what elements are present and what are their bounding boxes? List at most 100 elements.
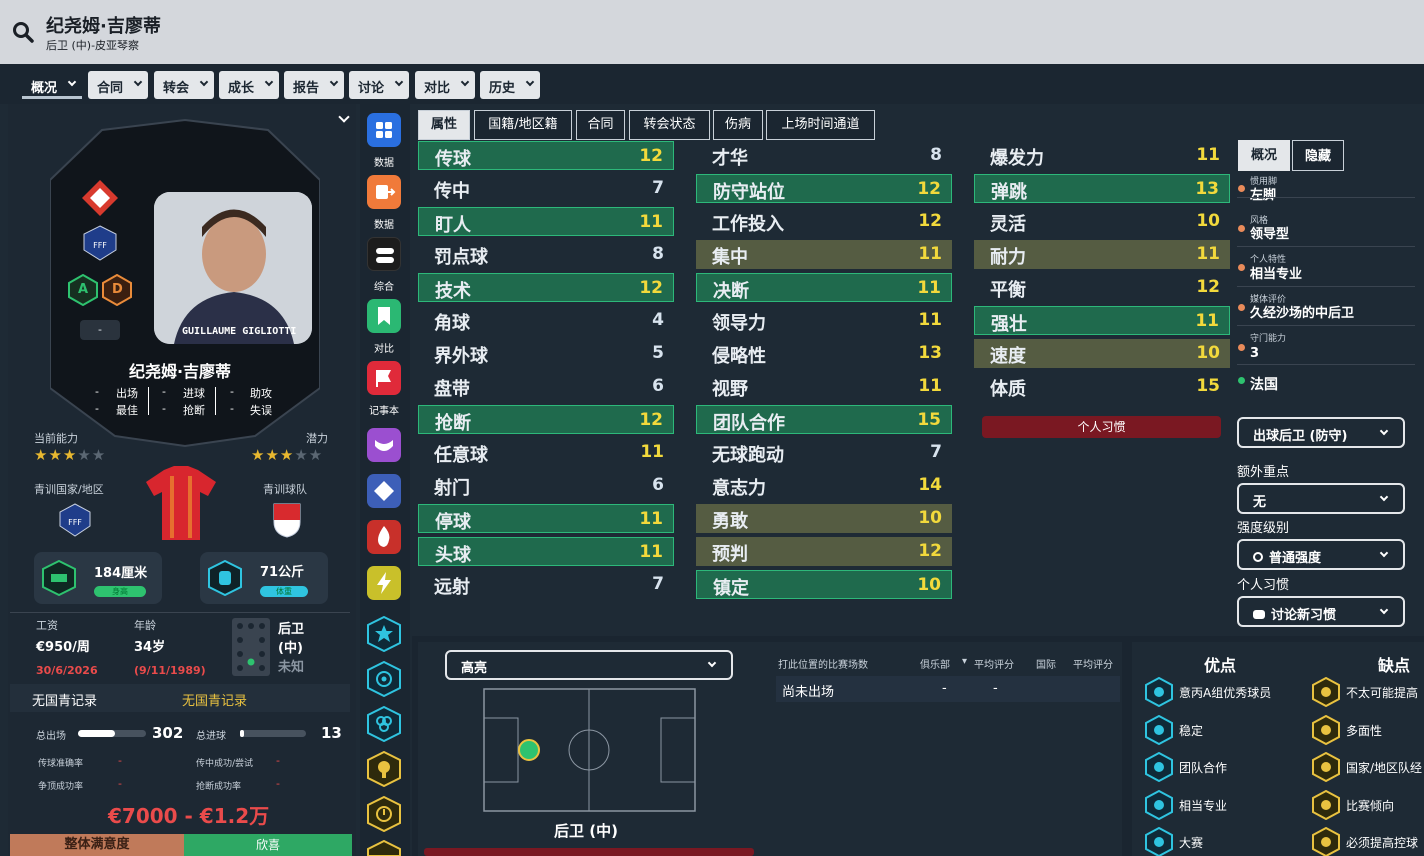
- matches-intl-header[interactable]: 国际: [1036, 656, 1056, 671]
- attribute-row[interactable]: 传中 7: [418, 174, 674, 203]
- attribute-row[interactable]: 角球 4: [418, 306, 674, 335]
- intensity-dropdown[interactable]: 普通强度: [1237, 539, 1405, 570]
- attribute-name: 防守站位: [713, 182, 785, 203]
- attribute-value: 6: [652, 376, 664, 396]
- attribute-row[interactable]: 工作投入 12: [696, 207, 952, 236]
- youth-club-crest-icon: [273, 503, 301, 538]
- matches-avg-value: -: [993, 681, 998, 696]
- attribute-name: 工作投入: [712, 214, 784, 235]
- attribute-row[interactable]: 镇定 10: [696, 570, 952, 599]
- layers-icon[interactable]: [367, 237, 401, 271]
- diamond-icon[interactable]: [367, 474, 401, 508]
- attribute-row[interactable]: 灵活 10: [974, 207, 1230, 236]
- tab-contract[interactable]: 合同: [576, 110, 625, 140]
- attribute-row[interactable]: 意志力 14: [696, 471, 952, 500]
- attribute-value: 14: [918, 475, 942, 495]
- attribute-row[interactable]: 射门 6: [418, 471, 674, 500]
- nav-history[interactable]: 历史: [480, 71, 540, 99]
- personal-habits-button[interactable]: 个人习惯: [982, 416, 1221, 438]
- attribute-row[interactable]: 勇敢 10: [696, 504, 952, 533]
- attribute-row[interactable]: 停球 11: [418, 504, 674, 533]
- attribute-row[interactable]: 决断 11: [696, 273, 952, 302]
- nav-transfer[interactable]: 转会: [154, 71, 214, 99]
- attribute-row[interactable]: 盯人 11: [418, 207, 674, 236]
- satisfaction-label[interactable]: 整体满意度: [10, 834, 184, 856]
- attribute-row[interactable]: 领导力 11: [696, 306, 952, 335]
- attribute-row[interactable]: 技术 12: [418, 273, 674, 302]
- attribute-row[interactable]: 平衡 12: [974, 273, 1230, 302]
- attribute-row[interactable]: 集中 11: [696, 240, 952, 269]
- attribute-name: 头球: [435, 545, 471, 566]
- tab-attributes[interactable]: 属性: [418, 110, 470, 140]
- tab-injuries[interactable]: 伤病: [713, 110, 763, 140]
- matches-club-header[interactable]: 俱乐部: [920, 656, 950, 671]
- attribute-row[interactable]: 抢断 12: [418, 405, 674, 434]
- alert-trait-icon[interactable]: [367, 796, 401, 832]
- fire-icon[interactable]: [367, 520, 401, 554]
- attribute-row[interactable]: 爆发力 11: [974, 141, 1230, 170]
- sidebar-label-notebook: 记事本: [369, 406, 399, 417]
- tab-transfer-status[interactable]: 转会状态: [629, 110, 710, 140]
- attribute-row[interactable]: 防守站位 12: [696, 174, 952, 203]
- chat-icon: [1253, 610, 1265, 619]
- attribute-row[interactable]: 侵略性 13: [696, 339, 952, 368]
- lightning-icon[interactable]: [367, 566, 401, 600]
- discuss-habit-dropdown[interactable]: 讨论新习惯: [1237, 596, 1405, 627]
- weaknesses-title: 缺点: [1378, 656, 1411, 675]
- tab-nationality[interactable]: 国籍/地区籍: [474, 110, 572, 140]
- highlight-dropdown[interactable]: 高亮: [445, 650, 733, 680]
- mask-icon[interactable]: [367, 428, 401, 462]
- nav-overview[interactable]: 概况: [22, 71, 82, 99]
- player-header: 纪尧姆·吉廖蒂 后卫 (中)-皮亚琴察: [0, 0, 1424, 64]
- matches-header: 打此位置的比赛场数: [778, 660, 868, 671]
- extra-focus-dropdown[interactable]: 无: [1237, 483, 1405, 514]
- matches-avg-header[interactable]: 平均评分: [974, 656, 1014, 671]
- team-trait-icon[interactable]: [367, 706, 401, 742]
- nav-discuss[interactable]: 讨论: [349, 71, 409, 99]
- attribute-row[interactable]: 才华 8: [696, 141, 952, 170]
- flag-icon[interactable]: [367, 361, 401, 395]
- tab-overview[interactable]: 概况: [1238, 140, 1290, 171]
- sort-down-icon[interactable]: ▾: [962, 656, 967, 667]
- nav-contract[interactable]: 合同: [88, 71, 148, 99]
- attribute-row[interactable]: 团队合作 15: [696, 405, 952, 434]
- attribute-row[interactable]: 头球 11: [418, 537, 674, 566]
- attribute-name: 任意球: [434, 445, 488, 466]
- export-icon[interactable]: [367, 175, 401, 209]
- extra-trait-icon[interactable]: [367, 840, 401, 856]
- attribute-row[interactable]: 耐力 11: [974, 240, 1230, 269]
- position-foot: 未知: [278, 660, 305, 675]
- attribute-row[interactable]: 界外球 5: [418, 339, 674, 368]
- attribute-row[interactable]: 远射 7: [418, 570, 674, 599]
- potential-stars: ★★★★★: [251, 446, 324, 464]
- attribute-row[interactable]: 无球跑动 7: [696, 438, 952, 467]
- mind-trait-icon[interactable]: [367, 751, 401, 787]
- tab-hidden[interactable]: 隐藏: [1292, 140, 1344, 171]
- target-trait-icon[interactable]: [367, 661, 401, 697]
- nav-development[interactable]: 成长: [219, 71, 279, 99]
- nav-reports[interactable]: 报告: [284, 71, 344, 99]
- trait-dot: [1238, 344, 1245, 351]
- attribute-row[interactable]: 罚点球 8: [418, 240, 674, 269]
- attribute-row[interactable]: 预判 12: [696, 537, 952, 566]
- tab-playing-time[interactable]: 上场时间通道: [766, 110, 875, 140]
- attribute-row[interactable]: 体质 15: [974, 372, 1230, 401]
- role-dropdown[interactable]: 出球后卫 (防守): [1237, 417, 1405, 448]
- nav-compare[interactable]: 对比: [415, 71, 475, 99]
- attribute-value: 12: [639, 278, 663, 298]
- search-icon[interactable]: [12, 21, 34, 43]
- strength-icon: [1145, 827, 1173, 856]
- attribute-value: 13: [1195, 179, 1219, 199]
- strength-item: 稳定: [1179, 723, 1204, 738]
- attribute-row[interactable]: 速度 10: [974, 339, 1230, 368]
- attribute-row[interactable]: 任意球 11: [418, 438, 674, 467]
- attribute-row[interactable]: 传球 12: [418, 141, 674, 170]
- attribute-row[interactable]: 弹跳 13: [974, 174, 1230, 203]
- attribute-row[interactable]: 盘带 6: [418, 372, 674, 401]
- grid-icon[interactable]: [367, 113, 401, 147]
- star-trait-icon[interactable]: [367, 616, 401, 652]
- attribute-row[interactable]: 强壮 11: [974, 306, 1230, 335]
- attribute-row[interactable]: 视野 11: [696, 372, 952, 401]
- matches-avg2-header[interactable]: 平均评分: [1073, 656, 1113, 671]
- bookmark-icon[interactable]: [367, 299, 401, 333]
